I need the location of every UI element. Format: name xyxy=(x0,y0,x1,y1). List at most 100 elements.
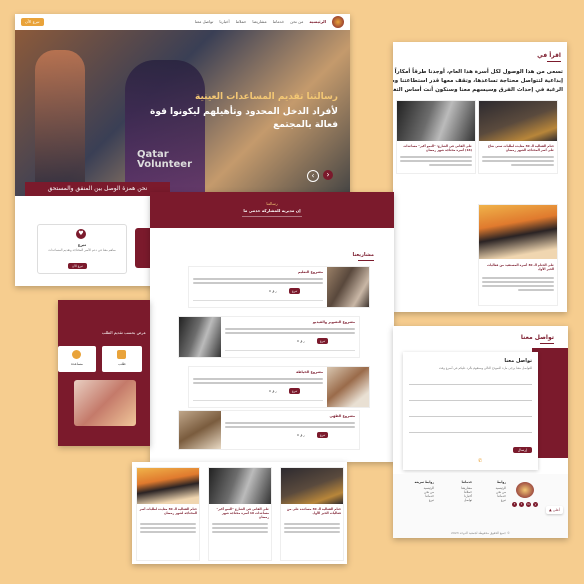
news-card-3-excerpt xyxy=(482,275,554,293)
students-heading: عرض بحسب تقديم الطلب xyxy=(101,330,146,335)
project-row-2-image xyxy=(179,317,221,357)
hero-figure xyxy=(35,50,85,196)
project-row-2-donate-button[interactable]: تبرع xyxy=(317,338,329,344)
nav-item-contact[interactable]: تواصل معنا xyxy=(195,19,214,24)
nav-item-campaigns[interactable]: حملاتنا xyxy=(236,19,247,24)
bottom-news-card-3[interactable]: ختام الفعالية الـ 30 مساعدة على من فعالي… xyxy=(280,467,344,561)
nav-item-home[interactable]: الرئيسية xyxy=(309,19,326,24)
project-row-3[interactable]: مشروع الخياطة 0 ر.ق تبرع xyxy=(188,366,370,408)
nav-item-news[interactable]: أخبارنا xyxy=(219,19,229,24)
footer-col-3: روابط سريعة الرئيسية من نحن خدماتنا تبرع xyxy=(398,480,434,502)
nav-item-about[interactable]: من نحن xyxy=(290,19,303,24)
about-heading-underline xyxy=(547,61,561,62)
projects-window: رسالتنا إن مديرية للمشاركة خدمي ما مشاري… xyxy=(150,192,394,462)
navbar: الرئيسية من نحن خدماتنا مشاريعنا حملاتنا… xyxy=(15,14,350,30)
project-row-1[interactable]: مشروع التعليم 0 ر.ق تبرع xyxy=(188,266,370,308)
message-input[interactable] xyxy=(409,432,532,433)
project-row-3-title: مشروع الخياطة xyxy=(296,370,323,374)
bottom-news-card-2[interactable]: على الفاني في الشارع "النمو أكبر" مساعدا… xyxy=(208,467,272,561)
news-card-1-excerpt xyxy=(482,154,554,168)
project-row-4[interactable]: مشروع الطهي 0 ر.ق تبرع xyxy=(178,410,360,450)
students-tab-2[interactable]: مساعدة xyxy=(58,346,96,372)
news-card-1-title: ختام الفعالية الـ 30 معايدة لطلبات ستي ن… xyxy=(488,144,554,152)
hand-icon xyxy=(72,350,81,359)
nav-item-services[interactable]: خدماتنا xyxy=(273,19,284,24)
bottom-news-window: ختام الفعالية الـ 30 معايدة لطلبات أسر ا… xyxy=(132,462,347,564)
projects-label: رسالتنا xyxy=(266,201,278,206)
students-window: عرض بحسب تقديم الطلب طلب مساعدة xyxy=(58,300,150,446)
project-row-4-amount: 0 ر.ق xyxy=(297,433,305,437)
bottom-news-card-2-excerpt xyxy=(212,521,268,535)
news-card-3[interactable]: على الختام الـ 30 أسرة المستفيد من فعالي… xyxy=(478,204,558,306)
project-row-2-divider xyxy=(225,350,355,351)
footer-col-2: خدماتنا مشاريعنا حملاتنا أخبارنا تواصل xyxy=(438,480,472,502)
students-illustration xyxy=(74,380,136,426)
students-tab-1-label: طلب xyxy=(118,362,126,366)
news-card-2-image xyxy=(397,101,475,141)
contact-form: تواصل معنا للتواصل معنا يرجى ملء النموذج… xyxy=(403,352,538,470)
students-tab-1[interactable]: طلب xyxy=(102,346,142,372)
footer-link[interactable]: تواصل xyxy=(438,498,472,502)
project-row-1-donate-button[interactable]: تبرع xyxy=(289,288,301,294)
project-row-4-donate-button[interactable]: تبرع xyxy=(317,432,329,438)
project-row-1-image xyxy=(327,267,369,307)
bottom-news-card-3-excerpt xyxy=(284,521,340,535)
bottom-news-card-1[interactable]: ختام الفعالية الـ 30 معايدة لطلبات أسر ا… xyxy=(136,467,200,561)
send-button[interactable]: إرسال xyxy=(512,447,532,453)
about-heading: اقرأ في xyxy=(537,52,561,59)
project-row-2[interactable]: مشروع التصوير والفيديو 0 ر.ق تبرع xyxy=(178,316,360,358)
scroll-top-button[interactable]: ▲ أعلى xyxy=(546,506,563,514)
logo xyxy=(332,16,344,28)
document-icon xyxy=(117,350,126,359)
news-card-1[interactable]: ختام الفعالية الـ 30 معايدة لطلبات ستي ن… xyxy=(478,100,558,174)
footer-link[interactable]: تبرع xyxy=(476,498,506,502)
tagline-ribbon: نحن همزة الوصل بين المنفق والمستحق xyxy=(25,182,170,196)
project-row-3-amount: 0 ر.ق xyxy=(269,389,277,393)
bottom-news-card-1-title: ختام الفعالية الـ 30 معايدة لطلبات أسر ا… xyxy=(139,507,197,515)
slider-next-button[interactable]: › xyxy=(323,170,333,180)
email-input[interactable] xyxy=(409,400,532,401)
footer-copyright: جميع الحقوق محفوظة لجمعية الدوحة 2023 © xyxy=(451,531,510,535)
about-paragraph: تسعى من هذا الوصول لكل أسرة هذا العام، أ… xyxy=(393,69,563,93)
project-row-3-donate-button[interactable]: تبرع xyxy=(289,388,301,394)
projects-banner: رسالتنا إن مديرية للمشاركة خدمي ما xyxy=(150,192,394,228)
contact-form-hint: للتواصل معنا يرجى ملء النموذج التالي وسن… xyxy=(438,366,532,370)
project-row-4-image xyxy=(179,411,221,449)
news-card-2-title: على الفاني في الشارع: "النمو أكبر" مساعد… xyxy=(403,144,472,152)
name-input[interactable] xyxy=(409,384,532,385)
join-card-title: تبرع xyxy=(77,242,87,247)
hero-banner: Qatar Volunteer رسالتنا تقديم المساعدات … xyxy=(15,30,350,196)
facebook-icon[interactable]: f xyxy=(512,502,517,507)
footer-col-2-title: خدماتنا xyxy=(461,480,472,484)
bottom-news-card-1-excerpt xyxy=(140,521,196,535)
project-row-2-desc xyxy=(225,326,355,336)
contact-heading-underline xyxy=(540,343,554,344)
phone-input[interactable] xyxy=(409,416,532,417)
footer-link[interactable]: تبرع xyxy=(398,498,434,502)
nav-menu: الرئيسية من نحن خدماتنا مشاريعنا حملاتنا… xyxy=(195,19,326,24)
scroll-top-label: أعلى xyxy=(552,508,560,512)
project-row-1-amount: 0 ر.ق xyxy=(269,289,277,293)
slider-prev-button[interactable]: ‹ xyxy=(307,170,319,182)
arrow-up-icon: ▲ xyxy=(549,508,552,512)
footer-col-1-title: روابط xyxy=(497,480,506,484)
youtube-icon[interactable]: y xyxy=(533,502,538,507)
news-card-2[interactable]: على الفاني في الشارع: "النمو أكبر" مساعد… xyxy=(396,100,476,174)
join-card-text: ساهم معنا في دعم الأسر المحتاجة وتقديم ا… xyxy=(48,248,116,252)
projects-subtitle-line xyxy=(242,216,302,217)
linkedin-icon[interactable]: in xyxy=(526,502,531,507)
nav-item-projects[interactable]: مشاريعنا xyxy=(252,19,266,24)
donate-button[interactable]: تبرع الآن xyxy=(21,18,44,26)
project-row-2-amount: 0 ر.ق xyxy=(297,339,305,343)
join-card: ♥ تبرع ساهم معنا في دعم الأسر المحتاجة و… xyxy=(37,224,127,274)
project-row-1-title: مشروع التعليم xyxy=(297,270,323,274)
twitter-icon[interactable]: t xyxy=(519,502,524,507)
footer-col-1: روابط الرئيسية من نحن خدماتنا تبرع xyxy=(476,480,506,502)
contact-heading: تواصل معنا xyxy=(520,334,554,341)
hero-headline-1: رسالتنا تقديم المساعدات العينية xyxy=(195,92,338,102)
projects-heading-underline xyxy=(358,260,374,261)
bottom-news-card-2-title: على الفاني في الشارع "النمو أكبر" مساعدا… xyxy=(216,507,269,519)
project-row-4-title: مشروع الطهي xyxy=(329,414,355,418)
hero-headline: رسالتنا تقديم المساعدات العينية لأفراد ا… xyxy=(138,92,338,132)
join-card-button[interactable]: تبرع الآن xyxy=(68,263,87,269)
